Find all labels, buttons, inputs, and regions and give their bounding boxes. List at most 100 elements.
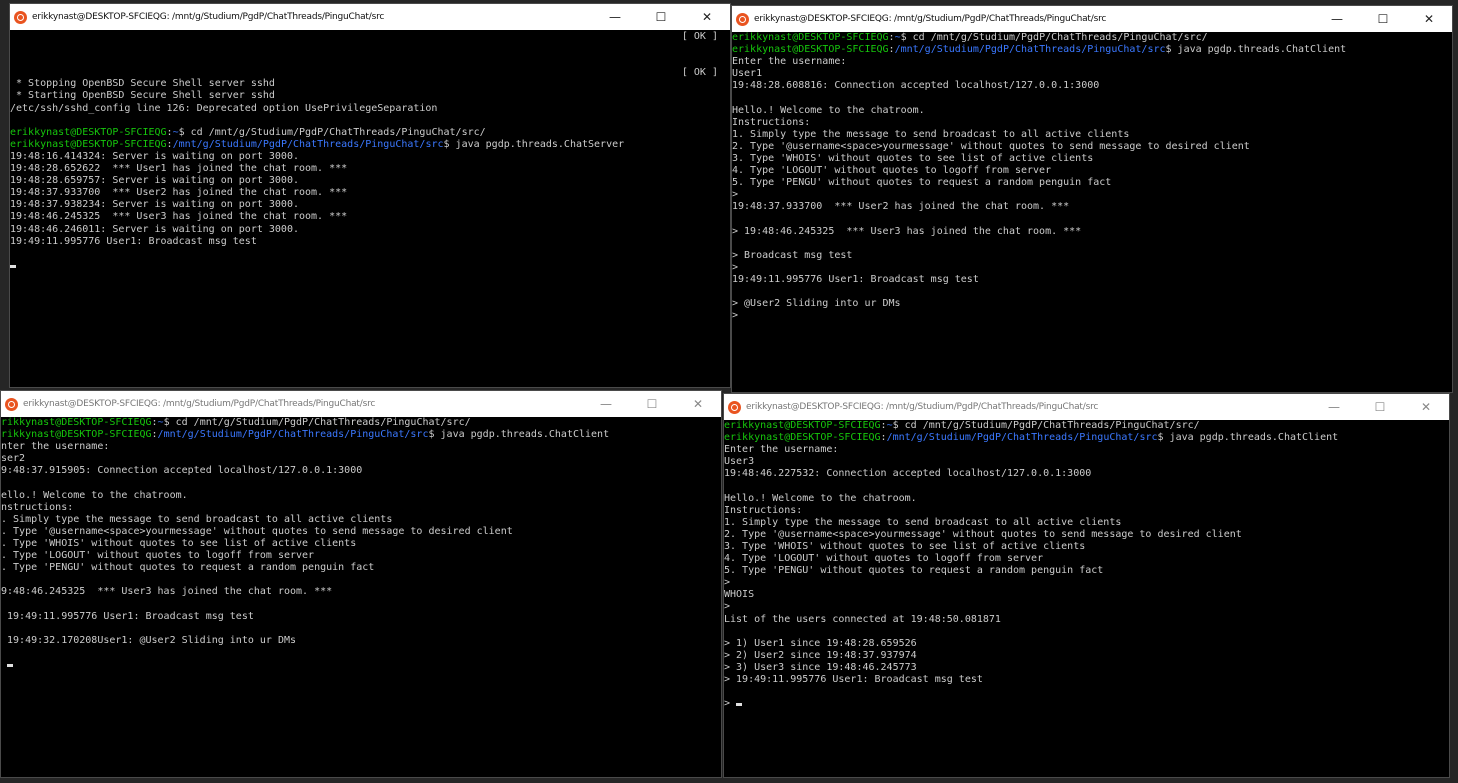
output-text: nter the username:	[1, 441, 110, 453]
prompt-user: erikkynast@DESKTOP-SFCIEQG	[724, 420, 881, 431]
prompt-command: $ java pgdp.threads.ChatClient	[1165, 44, 1347, 56]
output-line: . Type 'WHOIS' without quotes to see lis…	[1, 538, 721, 550]
output-line: . Type 'PENGU' without quotes to request…	[1, 562, 721, 574]
output-line: Instructions:	[724, 505, 1449, 517]
prompt-path: /mnt/g/Studium/PgdP/ChatThreads/PinguCha…	[172, 138, 444, 150]
window-title: erikkynast@DESKTOP-SFCIEQG: /mnt/g/Studi…	[23, 399, 376, 409]
output-line: Instructions:	[732, 117, 1452, 129]
terminal-window-server[interactable]: erikkynast@DESKTOP-SFCIEQG: /mnt/g/Studi…	[9, 3, 731, 388]
output-text: 19:48:28.608816: Connection accepted loc…	[732, 80, 1100, 92]
close-button[interactable]: ✕	[684, 4, 730, 30]
output-line: 9:48:46.245325 *** User3 has joined the …	[1, 586, 721, 598]
output-text: >	[732, 189, 739, 201]
output-text: Enter the username:	[724, 444, 839, 456]
terminal-output[interactable]: erikkynast@DESKTOP-SFCIEQG:~$ cd /mnt/g/…	[724, 420, 1449, 777]
terminal-output[interactable]: [ OK ] [ OK ] * Stopping OpenBSD Secure …	[10, 30, 730, 387]
maximize-button[interactable]: ☐	[1360, 6, 1406, 32]
output-line: 4. Type 'LOGOUT' without quotes to logof…	[724, 553, 1449, 565]
close-button[interactable]: ✕	[675, 391, 721, 417]
output-text: 19:49:11.995776 User1: Broadcast msg tes…	[10, 235, 257, 247]
output-text: 5. Type 'PENGU' without quotes to reques…	[732, 177, 1112, 189]
text-cursor	[7, 663, 14, 667]
minimize-button[interactable]: —	[592, 4, 638, 30]
output-line: 19:48:37.938234: Server is waiting on po…	[10, 199, 730, 211]
output-text: List of the users connected at 19:48:50.…	[724, 613, 1001, 625]
prompt-line: erikkynast@DESKTOP-SFCIEQG:~$ cd /mnt/g/…	[732, 32, 1452, 44]
output-text: 5. Type 'PENGU' without quotes to reques…	[724, 565, 1104, 577]
output-text: ello.! Welcome to the chatroom.	[1, 489, 188, 501]
output-text: 19:48:46.245325 *** User3 has joined the…	[10, 211, 348, 223]
prompt-command: $ java pgdp.threads.ChatClient	[428, 429, 610, 441]
minimize-button[interactable]: —	[583, 391, 629, 417]
output-line: 19:48:28.659757: Server is waiting on po…	[10, 175, 730, 187]
output-line: 2. Type '@username<space>yourmessage' wi…	[724, 529, 1449, 541]
output-text: 19:48:28.659757: Server is waiting on po…	[10, 175, 299, 187]
prompt-path: /mnt/g/Studium/PgdP/ChatThreads/PinguCha…	[157, 429, 429, 441]
prompt-command: $ java pgdp.threads.ChatClient	[1157, 432, 1339, 444]
output-line: nter the username:	[1, 441, 721, 453]
output-line: List of the users connected at 19:48:50.…	[724, 614, 1449, 626]
output-text: 19:49:32.170208User1: @User2 Sliding int…	[1, 634, 297, 646]
title-bar[interactable]: erikkynast@DESKTOP-SFCIEQG: /mnt/g/Studi…	[10, 4, 730, 30]
output-text: 3. Type 'WHOIS' without quotes to see li…	[732, 152, 1094, 164]
output-text: 19:48:37.933700 *** User2 has joined the…	[10, 187, 348, 199]
output-line: 1. Simply type the message to send broad…	[724, 517, 1449, 529]
output-line: >	[732, 310, 1452, 322]
output-line: ser2	[1, 453, 721, 465]
text-cursor	[736, 703, 743, 707]
terminal-window-client-user1[interactable]: erikkynast@DESKTOP-SFCIEQG: /mnt/g/Studi…	[731, 5, 1453, 393]
output-text: WHOIS	[724, 589, 755, 601]
title-bar[interactable]: erikkynast@DESKTOP-SFCIEQG: /mnt/g/Studi…	[724, 394, 1449, 420]
output-text: 1. Simply type the message to send broad…	[732, 128, 1130, 140]
output-text: 2. Type '@username<space>yourmessage' wi…	[724, 528, 1242, 540]
output-text: 19:49:11.995776 User1: Broadcast msg tes…	[732, 273, 979, 285]
close-button[interactable]: ✕	[1406, 6, 1452, 32]
output-line: 4. Type 'LOGOUT' without quotes to logof…	[732, 165, 1452, 177]
maximize-button[interactable]: ☐	[638, 4, 684, 30]
ok-status-label: [ OK ]	[681, 31, 718, 42]
output-line: 2. Type '@username<space>yourmessage' wi…	[732, 141, 1452, 153]
output-line: >	[724, 577, 1449, 589]
output-text: 19:48:28.652622 *** User1 has joined the…	[10, 163, 348, 175]
output-text: * Starting OpenBSD Secure Shell server s…	[10, 90, 275, 102]
output-line: 9:48:37.915905: Connection accepted loca…	[1, 465, 721, 477]
title-bar[interactable]: erikkynast@DESKTOP-SFCIEQG: /mnt/g/Studi…	[732, 6, 1452, 32]
output-line: 1. Simply type the message to send broad…	[732, 129, 1452, 141]
output-line: > 19:48:46.245325 *** User3 has joined t…	[732, 226, 1452, 238]
output-text: >	[732, 261, 739, 273]
prompt-line: erikkynast@DESKTOP-SFCIEQG:/mnt/g/Studiu…	[732, 44, 1452, 56]
output-text: >	[724, 577, 731, 589]
prompt-user: erikkynast@DESKTOP-SFCIEQG	[732, 32, 889, 43]
close-button[interactable]: ✕	[1403, 394, 1449, 420]
title-bar[interactable]: erikkynast@DESKTOP-SFCIEQG: /mnt/g/Studi…	[1, 391, 721, 417]
prompt-line: erikkynast@DESKTOP-SFCIEQG:~$ cd /mnt/g/…	[10, 127, 730, 139]
output-text: Hello.! Welcome to the chatroom.	[732, 104, 925, 116]
output-text: ser2	[1, 453, 26, 465]
output-line: User3	[724, 456, 1449, 468]
window-title: erikkynast@DESKTOP-SFCIEQG: /mnt/g/Studi…	[754, 14, 1107, 24]
output-text: > 3) User3 since 19:48:46.245773	[724, 661, 917, 673]
terminal-window-client-user2[interactable]: erikkynast@DESKTOP-SFCIEQG: /mnt/g/Studi…	[0, 390, 722, 778]
terminal-output[interactable]: rikkynast@DESKTOP-SFCIEQG:~$ cd /mnt/g/S…	[1, 417, 721, 777]
minimize-button[interactable]: —	[1314, 6, 1360, 32]
output-text: 1. Simply type the message to send broad…	[724, 516, 1122, 528]
minimize-button[interactable]: —	[1311, 394, 1357, 420]
output-line: nstructions:	[1, 502, 721, 514]
prompt-command: $ cd /mnt/g/Studium/PgdP/ChatThreads/Pin…	[163, 417, 471, 428]
output-line: 3. Type 'WHOIS' without quotes to see li…	[724, 541, 1449, 553]
terminal-window-client-user3[interactable]: erikkynast@DESKTOP-SFCIEQG: /mnt/g/Studi…	[723, 393, 1450, 778]
output-text: 19:48:16.414324: Server is waiting on po…	[10, 150, 299, 162]
output-text: Enter the username:	[732, 56, 847, 68]
maximize-button[interactable]: ☐	[1357, 394, 1403, 420]
output-text: 19:49:11.995776 User1: Broadcast msg tes…	[1, 610, 254, 622]
output-text: 19:48:37.938234: Server is waiting on po…	[10, 199, 299, 211]
terminal-output[interactable]: erikkynast@DESKTOP-SFCIEQG:~$ cd /mnt/g/…	[732, 32, 1452, 392]
output-line: 19:48:16.414324: Server is waiting on po…	[10, 151, 730, 163]
maximize-button[interactable]: ☐	[629, 391, 675, 417]
output-text: > @User2 Sliding into ur DMs	[732, 298, 901, 310]
